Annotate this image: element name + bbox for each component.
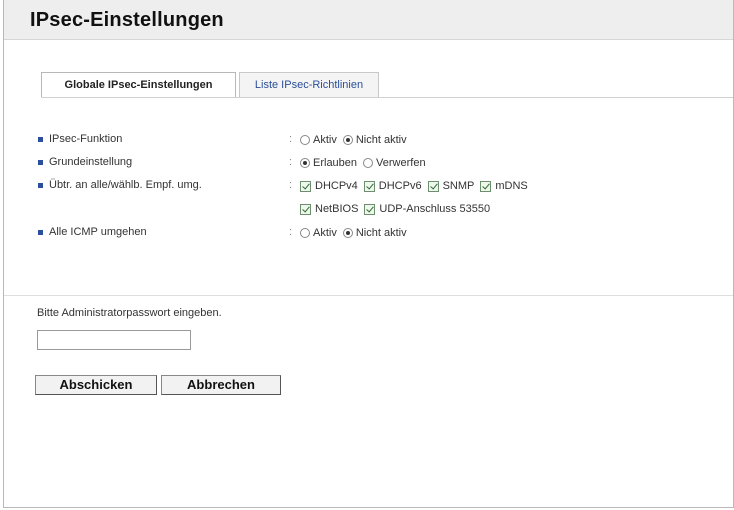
settings-frame: IPsec-Einstellungen Globale IPsec-Einste… <box>3 0 734 508</box>
icmp-aktiv-radio[interactable] <box>300 228 310 238</box>
setting-row-ipsec-function: IPsec-Funktion : Aktiv Nicht aktiv <box>4 132 733 148</box>
option-label: DHCPv4 <box>315 180 358 192</box>
dhcpv4-checkbox[interactable] <box>300 180 311 192</box>
setting-label: Grundeinstellung <box>49 156 133 168</box>
cancel-button[interactable]: Abbrechen <box>161 375 281 395</box>
option-label: Nicht aktiv <box>355 134 407 146</box>
label-separator: : <box>289 156 293 168</box>
udp-port-53550-checkbox[interactable] <box>364 203 376 215</box>
setting-row-bypass-continued: NetBIOS UDP-Anschluss 53550 <box>4 201 733 217</box>
bullet-icon <box>38 160 43 165</box>
setting-row-bypass: Übtr. an alle/wählb. Empf. umg. : DHCPv4… <box>4 178 733 194</box>
setting-row-default: Grundeinstellung : Erlauben Verwerfen <box>4 155 733 171</box>
tab-global-ipsec-settings[interactable]: Globale IPsec-Einstellungen <box>41 72 236 98</box>
label-separator: : <box>289 133 293 145</box>
setting-row-icmp: Alle ICMP umgehen : Aktiv Nicht aktiv <box>4 225 733 241</box>
option-label: mDNS <box>495 180 528 192</box>
option-label: UDP-Anschluss 53550 <box>379 203 491 215</box>
bullet-icon <box>38 230 43 235</box>
option-label: Aktiv <box>313 134 337 146</box>
icmp-nicht-aktiv-radio[interactable] <box>342 228 353 238</box>
mdns-checkbox[interactable] <box>480 180 492 192</box>
tab-divider <box>41 97 733 98</box>
section-divider <box>4 295 733 296</box>
option-label: Verwerfen <box>376 157 426 169</box>
bullet-icon <box>38 137 43 142</box>
option-label: Erlauben <box>313 157 358 169</box>
netbios-checkbox[interactable] <box>300 203 311 215</box>
tab-ipsec-policy-list[interactable]: Liste IPsec-Richtlinien <box>239 72 379 98</box>
ipsec-function-aktiv-radio[interactable] <box>300 135 310 145</box>
option-label: DHCPv6 <box>378 180 422 192</box>
option-label: NetBIOS <box>315 203 359 215</box>
title-bar: IPsec-Einstellungen <box>4 0 733 40</box>
ipsec-function-nicht-aktiv-radio[interactable] <box>342 135 353 145</box>
setting-label: Übtr. an alle/wählb. Empf. umg. <box>49 179 202 191</box>
setting-label: Alle ICMP umgehen <box>49 226 147 238</box>
setting-label: IPsec-Funktion <box>49 133 123 145</box>
bullet-icon <box>38 183 43 188</box>
option-label: SNMP <box>442 180 475 192</box>
default-verwerfen-radio[interactable] <box>363 158 374 168</box>
dhcpv6-checkbox[interactable] <box>363 180 375 192</box>
label-separator: : <box>289 179 293 191</box>
option-label: Aktiv <box>313 227 337 239</box>
snmp-checkbox[interactable] <box>427 180 439 192</box>
label-separator: : <box>289 226 293 238</box>
option-label: Nicht aktiv <box>355 227 407 239</box>
submit-button[interactable]: Abschicken <box>35 375 157 395</box>
default-erlauben-radio[interactable] <box>300 158 310 168</box>
password-prompt: Bitte Administratorpasswort eingeben. <box>37 307 222 319</box>
admin-password-input[interactable] <box>37 330 191 350</box>
page-title: IPsec-Einstellungen <box>30 9 224 31</box>
